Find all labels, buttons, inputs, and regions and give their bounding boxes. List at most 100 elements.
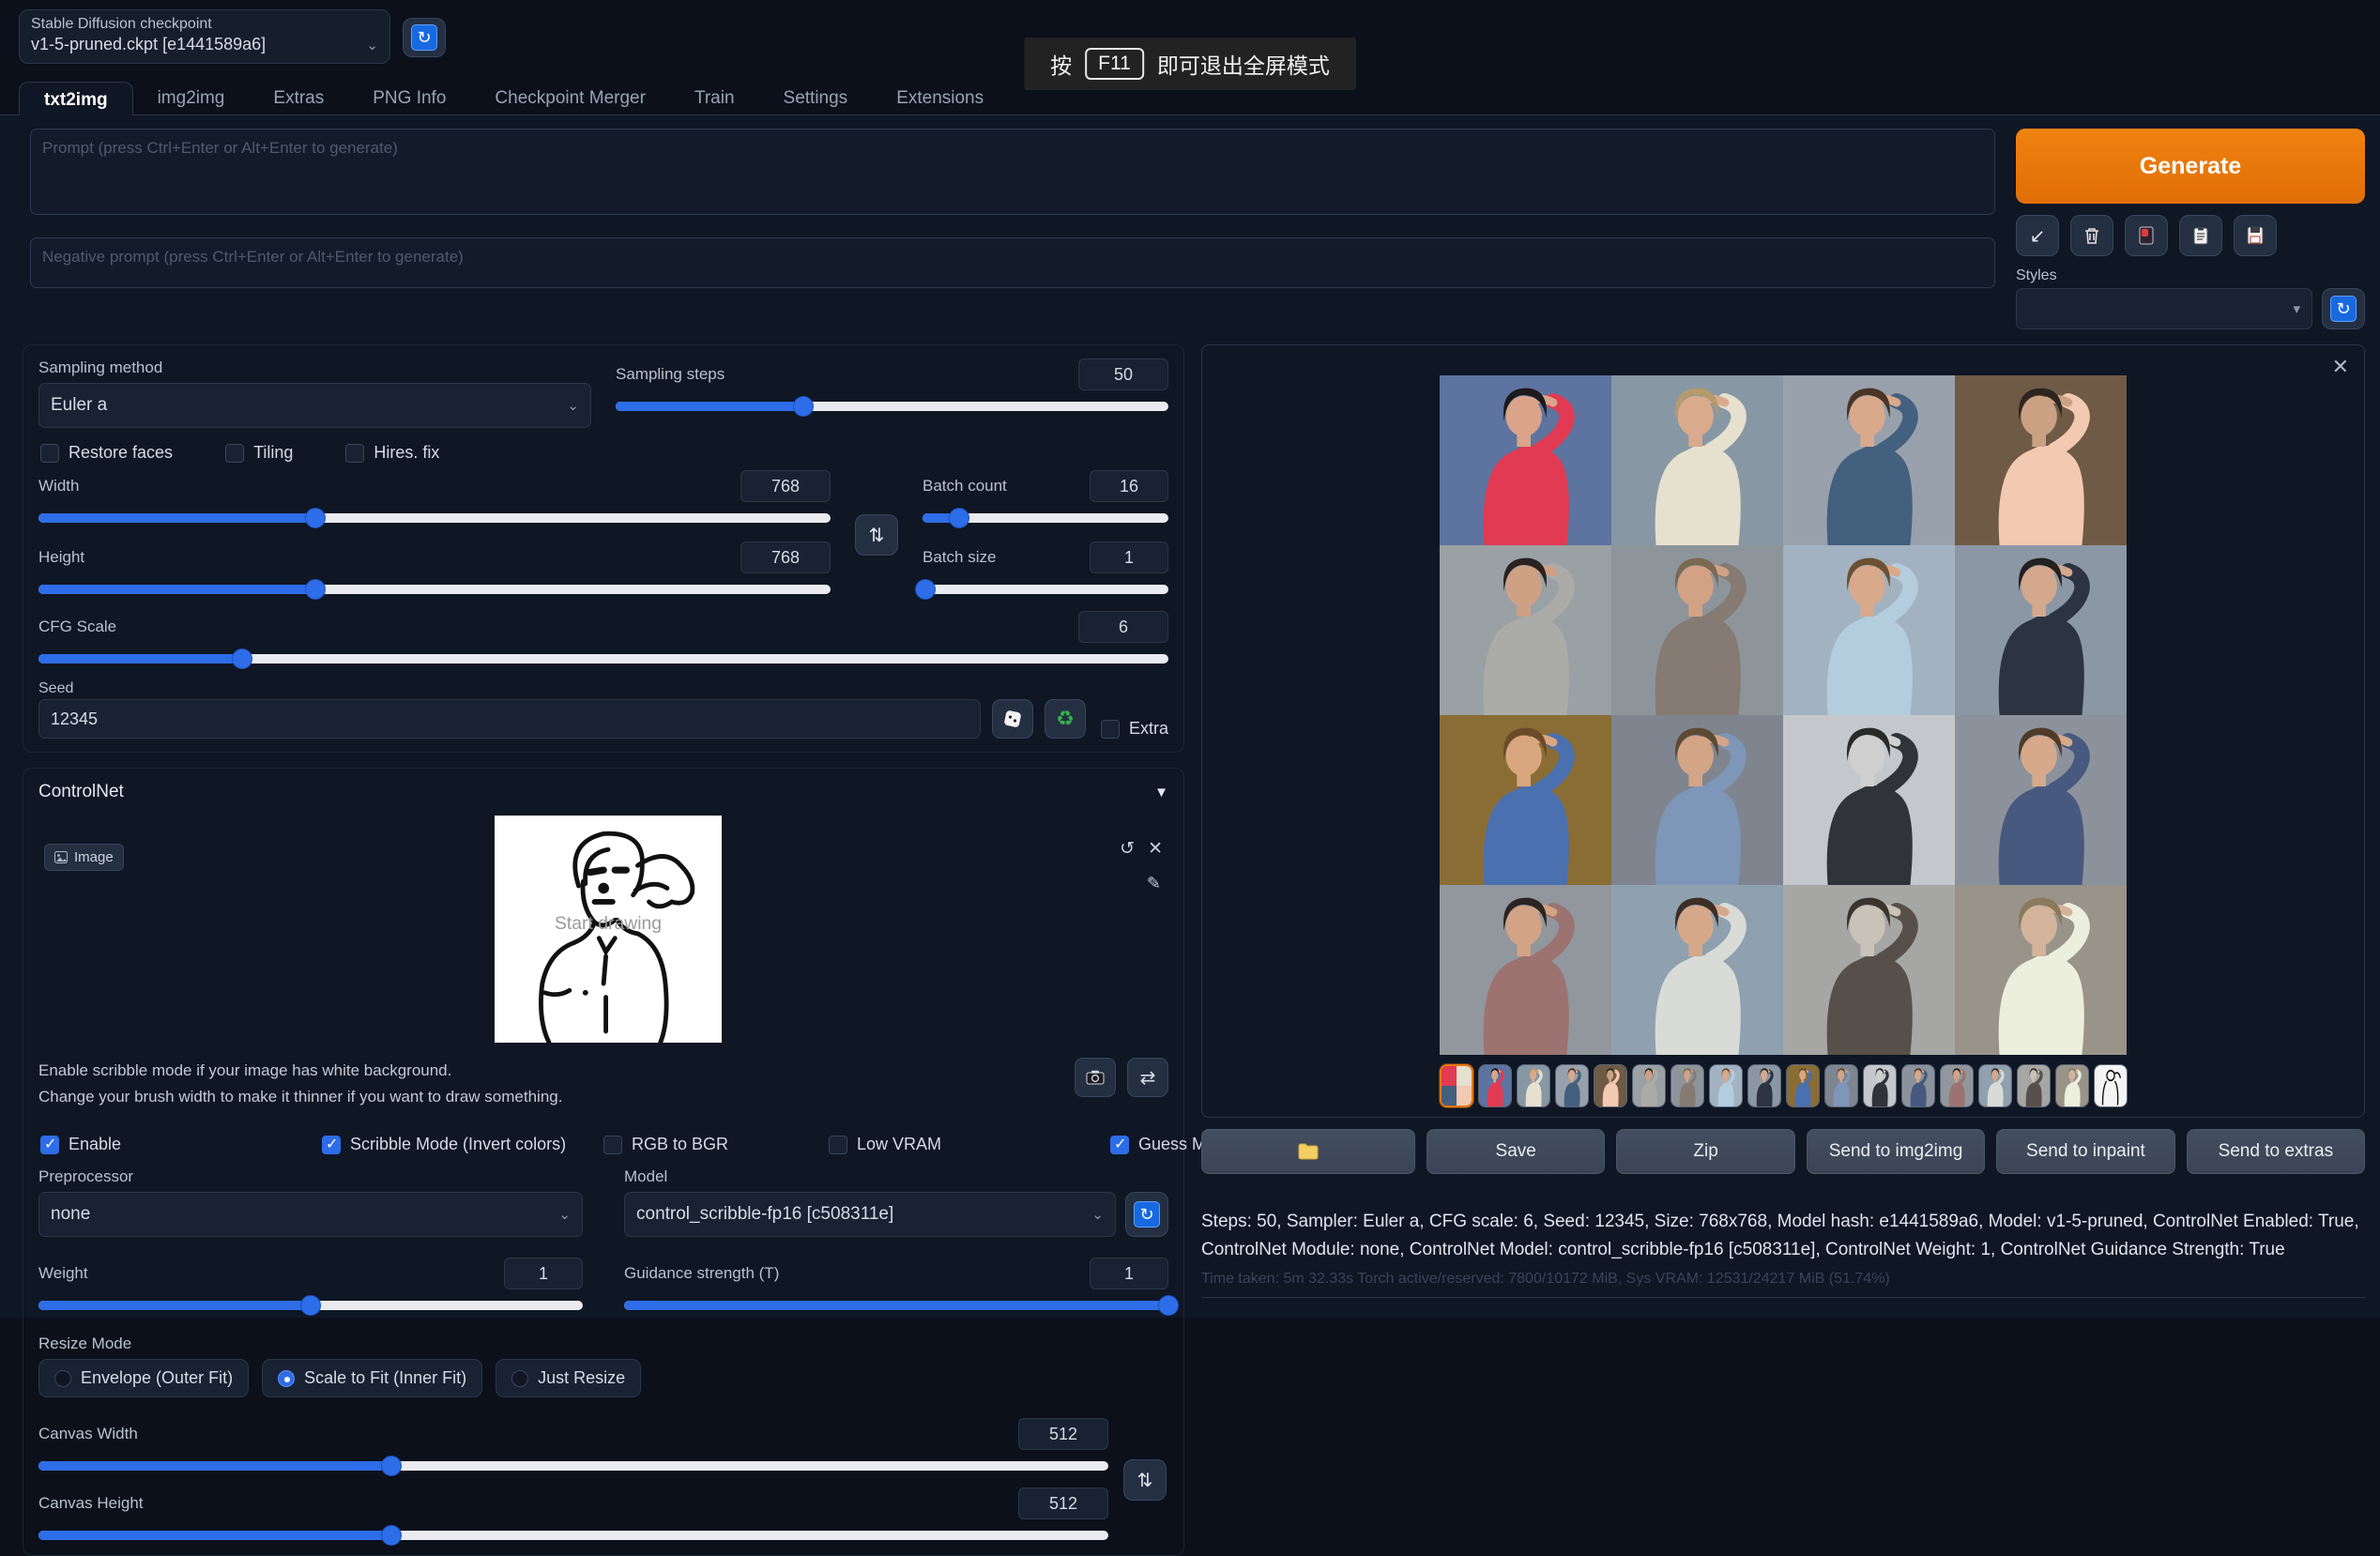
thumbnail-control-scribble[interactable] bbox=[2094, 1064, 2128, 1107]
height-value[interactable]: 768 bbox=[740, 542, 831, 573]
reuse-seed-button[interactable]: ♻ bbox=[1045, 699, 1086, 739]
prompt-input[interactable] bbox=[30, 129, 1995, 215]
thumbnail-image-7[interactable] bbox=[1709, 1064, 1743, 1107]
gallery-image-2[interactable] bbox=[1611, 375, 1783, 545]
save-style-button[interactable] bbox=[2234, 215, 2277, 256]
guidance-strength-value[interactable]: 1 bbox=[1090, 1258, 1168, 1289]
width-value[interactable]: 768 bbox=[740, 470, 831, 502]
thumbnail-image-6[interactable] bbox=[1671, 1064, 1704, 1107]
canvas-height-value[interactable]: 512 bbox=[1018, 1487, 1108, 1519]
webcam-button[interactable] bbox=[1075, 1058, 1116, 1097]
tab-checkpoint-merger[interactable]: Checkpoint Merger bbox=[470, 81, 670, 114]
height-slider[interactable] bbox=[38, 579, 831, 600]
image-tab[interactable]: Image bbox=[44, 844, 124, 871]
tab-settings[interactable]: Settings bbox=[759, 81, 873, 114]
gallery-image-9[interactable] bbox=[1440, 715, 1611, 885]
brush-icon[interactable]: ✎ bbox=[1147, 874, 1161, 893]
thumbnail-image-3[interactable] bbox=[1555, 1064, 1589, 1107]
thumbnail-image-13[interactable] bbox=[1940, 1064, 1974, 1107]
refresh-styles-button[interactable]: ↻ bbox=[2322, 288, 2365, 329]
thumbnail-image-2[interactable] bbox=[1517, 1064, 1550, 1107]
thumbnail-image-14[interactable] bbox=[1978, 1064, 2012, 1107]
sampling-steps-slider[interactable] bbox=[616, 396, 1168, 417]
refresh-checkpoint-button[interactable]: ↻ bbox=[403, 18, 446, 57]
gallery-image-12[interactable] bbox=[1955, 715, 2127, 885]
batch-count-slider[interactable] bbox=[923, 508, 1168, 528]
tab-txt2img[interactable]: txt2img bbox=[19, 82, 133, 115]
zip-button[interactable]: Zip bbox=[1616, 1129, 1794, 1174]
resize-envelope-radio[interactable]: Envelope (Outer Fit) bbox=[38, 1359, 249, 1397]
paste-button[interactable] bbox=[2179, 215, 2222, 256]
hires-fix-checkbox[interactable]: Hires. fix bbox=[345, 443, 439, 463]
restore-faces-checkbox[interactable]: Restore faces bbox=[40, 443, 173, 463]
thumbnail-image-8[interactable] bbox=[1747, 1064, 1781, 1107]
weight-slider[interactable] bbox=[38, 1295, 583, 1316]
sampling-steps-value[interactable]: 50 bbox=[1078, 358, 1168, 390]
preprocessor-select[interactable]: none ⌄ bbox=[38, 1192, 583, 1237]
send-to-inpaint-button[interactable]: Send to inpaint bbox=[1996, 1129, 2174, 1174]
thumbnail-image-16[interactable] bbox=[2055, 1064, 2089, 1107]
cfg-scale-value[interactable]: 6 bbox=[1078, 611, 1168, 643]
guidance-strength-slider[interactable] bbox=[624, 1295, 1168, 1316]
gallery-image-14[interactable] bbox=[1611, 885, 1783, 1055]
gallery-image-4[interactable] bbox=[1955, 375, 2127, 545]
rgb-to-bgr-checkbox[interactable]: RGB to BGR bbox=[603, 1135, 829, 1154]
seed-input[interactable]: 12345 bbox=[38, 699, 981, 739]
swap-canvas-dimensions-button[interactable]: ⇅ bbox=[1123, 1459, 1167, 1501]
gallery-image-10[interactable] bbox=[1611, 715, 1783, 885]
scribble-mode-checkbox[interactable]: Scribble Mode (Invert colors) bbox=[322, 1135, 603, 1154]
gallery-image-8[interactable] bbox=[1955, 545, 2127, 715]
sampling-method-select[interactable]: Euler a ⌄ bbox=[38, 383, 591, 428]
resize-scale-to-fit-radio[interactable]: Scale to Fit (Inner Fit) bbox=[262, 1359, 482, 1397]
gallery-image-13[interactable] bbox=[1440, 885, 1611, 1055]
controlnet-header[interactable]: ControlNet ▼ bbox=[38, 782, 1168, 802]
resize-just-resize-radio[interactable]: Just Resize bbox=[496, 1359, 641, 1397]
batch-size-slider[interactable] bbox=[923, 579, 1168, 600]
thumbnail-image-10[interactable] bbox=[1824, 1064, 1858, 1107]
clear-prompt-button[interactable] bbox=[2070, 215, 2113, 256]
batch-size-value[interactable]: 1 bbox=[1090, 542, 1168, 573]
gallery-image-16[interactable] bbox=[1955, 885, 2127, 1055]
extra-seed-checkbox[interactable]: Extra bbox=[1101, 719, 1168, 739]
gallery-image-6[interactable] bbox=[1611, 545, 1783, 715]
thumbnail-image-11[interactable] bbox=[1863, 1064, 1897, 1107]
low-vram-checkbox[interactable]: Low VRAM bbox=[829, 1135, 1110, 1154]
tab-img2img[interactable]: img2img bbox=[133, 81, 250, 114]
negative-prompt-input[interactable] bbox=[30, 237, 1995, 288]
model-select[interactable]: control_scribble-fp16 [c508311e] ⌄ bbox=[624, 1192, 1116, 1237]
undo-icon[interactable]: ↺ bbox=[1120, 838, 1135, 860]
tab-extras[interactable]: Extras bbox=[249, 81, 348, 114]
mirror-button[interactable]: ⇄ bbox=[1127, 1058, 1168, 1097]
thumbnail-image-12[interactable] bbox=[1901, 1064, 1935, 1107]
clear-image-icon[interactable]: ✕ bbox=[1148, 838, 1163, 860]
thumbnail-image-15[interactable] bbox=[2017, 1064, 2051, 1107]
gallery-image-15[interactable] bbox=[1783, 885, 1955, 1055]
cfg-scale-slider[interactable] bbox=[38, 648, 1168, 669]
swap-dimensions-button[interactable]: ⇅ bbox=[855, 514, 898, 556]
thumbnail-image-5[interactable] bbox=[1632, 1064, 1666, 1107]
read-params-button[interactable]: ↙ bbox=[2016, 215, 2059, 256]
styles-select[interactable]: ▾ bbox=[2016, 288, 2312, 329]
send-to-extras-button[interactable]: Send to extras bbox=[2187, 1129, 2365, 1174]
thumbnail-image-1[interactable] bbox=[1478, 1064, 1512, 1107]
tiling-checkbox[interactable]: Tiling bbox=[225, 443, 293, 463]
gallery-image-5[interactable] bbox=[1440, 545, 1611, 715]
gallery-image-3[interactable] bbox=[1783, 375, 1955, 545]
generate-button[interactable]: Generate bbox=[2016, 129, 2365, 204]
gallery-image-7[interactable] bbox=[1783, 545, 1955, 715]
close-gallery-icon[interactable]: ✕ bbox=[2332, 355, 2349, 379]
style-apply-button[interactable] bbox=[2125, 215, 2168, 256]
canvas-width-slider[interactable] bbox=[38, 1456, 1108, 1476]
scribble-canvas[interactable]: Start drawing bbox=[495, 816, 722, 1043]
batch-count-value[interactable]: 16 bbox=[1090, 470, 1168, 502]
tab-png-info[interactable]: PNG Info bbox=[348, 81, 470, 114]
thumbnail-image-9[interactable] bbox=[1786, 1064, 1820, 1107]
gallery-image-1[interactable] bbox=[1440, 375, 1611, 545]
random-seed-button[interactable] bbox=[992, 699, 1033, 739]
send-to-img2img-button[interactable]: Send to img2img bbox=[1807, 1129, 1985, 1174]
save-button[interactable]: Save bbox=[1426, 1129, 1605, 1174]
tab-extensions[interactable]: Extensions bbox=[872, 81, 1008, 114]
open-folder-button[interactable] bbox=[1201, 1129, 1415, 1174]
canvas-height-slider[interactable] bbox=[38, 1525, 1108, 1546]
tab-train[interactable]: Train bbox=[670, 81, 759, 114]
